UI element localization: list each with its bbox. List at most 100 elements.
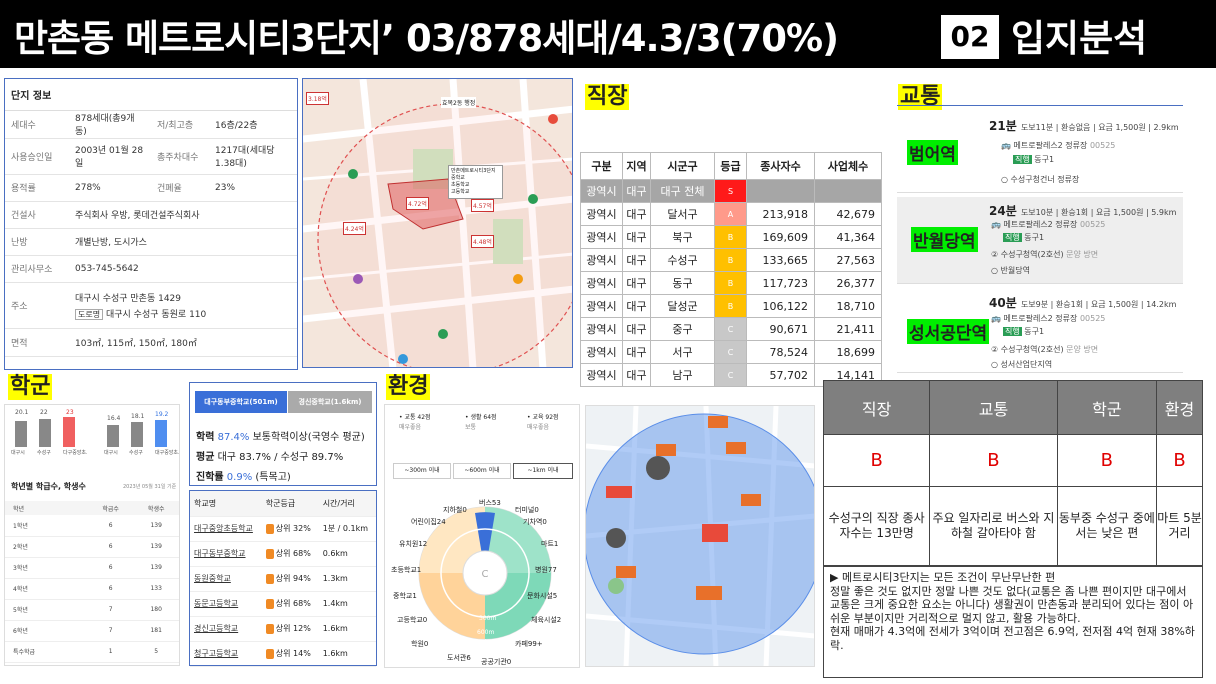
grade-header: 학급수: [102, 505, 119, 513]
worker-count: 90,671: [746, 317, 815, 341]
district: 달서구: [650, 202, 715, 226]
school-row[interactable]: 청구고등학교 상위 14% 1.6km: [190, 641, 376, 667]
info-key: 주소: [5, 282, 69, 329]
env-tab[interactable]: • 교육 92점 매우좋음: [527, 413, 559, 433]
grade: A: [714, 202, 747, 226]
jobs-header: 지역: [622, 152, 651, 180]
school-name-link[interactable]: 대구동부중학교: [190, 541, 262, 567]
grade-name: 2학년: [5, 536, 88, 558]
map-price-label[interactable]: 3.18억: [306, 92, 329, 105]
bar-label: 수성구: [37, 450, 51, 456]
summary-desc: 동부중 수성구 중에서는 낮은 편: [1056, 486, 1158, 566]
grade-row: 6학년 7 181: [5, 620, 179, 642]
school-tab-active[interactable]: 대구동부중학교(501m): [195, 391, 287, 413]
amenity-label: 초등학교1: [391, 566, 422, 574]
student-count: 139: [133, 515, 179, 537]
school-distance: 1.6km: [318, 616, 376, 642]
page-title: 만촌동 메트로시티3단지’ 03/878세대/4.3/3(70%): [14, 17, 839, 60]
range-button[interactable]: ~600m 이내: [453, 463, 511, 479]
map-price-label[interactable]: 4.24억: [343, 222, 366, 235]
hospital-marker-icon[interactable]: [656, 444, 676, 456]
info-value: 23%: [209, 174, 297, 202]
summary-desc: 수성구의 직장 종사자수는 13만명: [822, 486, 931, 566]
amenities-map[interactable]: [585, 405, 815, 667]
grade-name: 3학년: [5, 557, 88, 579]
info-row: 세대수 878세대(총9개동) 저/최고층 16층/22층: [5, 111, 297, 139]
rank-text: 상위 32%: [275, 524, 311, 533]
list-header: 학군등급: [261, 491, 319, 517]
env-tab[interactable]: • 교통 42점 매우좋음: [399, 413, 431, 433]
map-price-label[interactable]: 4.48억: [471, 235, 494, 248]
jobs-header-row: 구분 지역 시군구 등급 종사자수 사업체수: [580, 152, 882, 180]
analysis-note: ▶ 메트로시티3단지는 모든 조건이 무난무난한 편 정말 좋은 것도 없지만 …: [823, 566, 1203, 678]
info-row: 용적률 278% 건폐율 23%: [5, 174, 297, 202]
info-value: 103㎡, 115㎡, 150㎡, 180㎡: [69, 328, 297, 357]
school-row[interactable]: 경신고등학교 상위 12% 1.6km: [190, 616, 376, 642]
school-name-link[interactable]: 경신고등학교: [190, 616, 262, 642]
env-panel: • 교통 42점 매우좋음 • 생활 64점 보통 • 교육 92점 매우좋음 ~30…: [384, 404, 580, 668]
env-tab[interactable]: • 생활 64점 보통: [465, 413, 497, 433]
city: 대구: [622, 340, 651, 364]
school-row[interactable]: 동문고등학교 상위 68% 1.4km: [190, 591, 376, 617]
range-button-active[interactable]: ~1km 이내: [513, 463, 573, 479]
school-distance: 0.6km: [318, 541, 376, 567]
range-button[interactable]: ~300m 이내: [393, 463, 451, 479]
summary-grade: B: [1156, 434, 1203, 487]
school-rank: 상위 68%: [261, 541, 319, 567]
class-count: 1: [87, 641, 134, 663]
info-key: 사용승인일: [5, 138, 69, 175]
business-count: 27,563: [814, 248, 882, 272]
bar-value: 16.4: [107, 415, 121, 422]
location-map[interactable]: 효목2동 행정 4.24억 4.72억 4.48억 4.57억 3.18억 만촌…: [302, 78, 573, 368]
amenity-label: 지하철0: [443, 506, 467, 514]
map-price-label[interactable]: 4.57억: [471, 199, 494, 212]
school-marker-icon[interactable]: [646, 456, 670, 480]
school-tab[interactable]: 경신중학교(1.6km): [288, 391, 372, 413]
class-count: 6: [87, 557, 134, 579]
amenity-label: 터미널0: [515, 506, 539, 514]
school-name-link[interactable]: 대구중앙초등학교: [190, 516, 262, 542]
hospital-marker-icon[interactable]: [606, 486, 632, 498]
business-count: 18,710: [814, 294, 882, 318]
complex-marker-icon[interactable]: [702, 524, 728, 542]
hospital-marker-icon[interactable]: [726, 442, 746, 454]
map-price-label[interactable]: 4.72억: [406, 197, 429, 210]
grade-name: 1학년: [5, 515, 88, 537]
rank-badge-icon: [265, 548, 274, 559]
school-name-link[interactable]: 동문고등학교: [190, 591, 262, 617]
business-count: 41,364: [814, 225, 882, 249]
hospital-marker-icon[interactable]: [696, 586, 722, 600]
route-card[interactable]: 반월당역 24분 도보10분 | 환승1회 | 요금 1,500원 | 5.9k…: [897, 197, 1183, 284]
school-marker-icon[interactable]: [606, 528, 626, 548]
bus-number: 직행 동구1: [1003, 233, 1045, 242]
hospital-marker-icon[interactable]: [708, 416, 728, 428]
route-card[interactable]: 성서공단역 40분 도보9분 | 환승1회 | 요금 1,500원 | 14.2…: [897, 291, 1183, 373]
header-bar: 만촌동 메트로시티3단지’ 03/878세대/4.3/3(70%) 02 입지분…: [0, 0, 1216, 68]
complex-info-panel: 단지 정보 세대수 878세대(총9개동) 저/최고층 16층/22층 사용승인일 20…: [4, 78, 298, 370]
school-row[interactable]: 대구동부중학교 상위 68% 0.6km: [190, 541, 376, 567]
route-line: ○ 수성구청건너 정류장: [1001, 175, 1080, 184]
summary-header: 교통: [929, 380, 1058, 435]
school-row[interactable]: 동원중학교 상위 94% 1.3km: [190, 566, 376, 592]
bar-value: 19.2: [155, 411, 169, 418]
info-value: 278%: [69, 174, 151, 202]
route-line: 🚌 메트로팔레스2 정류장 00525: [991, 220, 1106, 229]
district: 서구: [650, 340, 715, 364]
worker-count: 57,702: [746, 363, 815, 387]
amenity-label: 병원77: [535, 566, 557, 574]
school-name-link[interactable]: 청구고등학교: [190, 641, 262, 667]
route-card[interactable]: 범어역 21분 도보11분 | 환승없음 | 요금 1,500원 | 2.9km…: [897, 105, 1183, 193]
hospital-marker-icon[interactable]: [741, 494, 761, 506]
hospital-marker-icon[interactable]: [616, 566, 636, 578]
info-key: 저/최고층: [151, 111, 209, 139]
amenity-label: 카페99+: [515, 640, 543, 648]
info-row: 난방 개별난방, 도시가스: [5, 228, 297, 256]
worker-count: [746, 179, 815, 203]
region-type: 광역시: [580, 271, 623, 295]
map-popup[interactable]: 만촌메트로시티3단지 중학교 초등학교 고등학교: [448, 165, 503, 199]
worker-count: 78,524: [746, 340, 815, 364]
school-row[interactable]: 대구중앙초등학교 상위 32% 1분 / 0.1km: [190, 516, 376, 542]
worker-count: 117,723: [746, 271, 815, 295]
route-line: ○ 성서산업단지역: [991, 360, 1053, 369]
school-name-link[interactable]: 동원중학교: [190, 566, 262, 592]
